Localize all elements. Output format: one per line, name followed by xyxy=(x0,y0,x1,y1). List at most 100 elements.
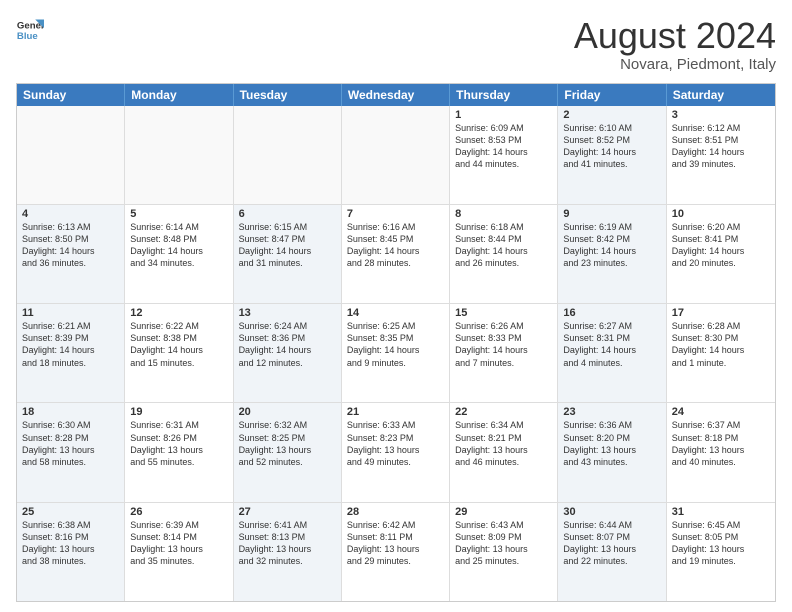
cell-info: Sunrise: 6:09 AM Sunset: 8:53 PM Dayligh… xyxy=(455,122,552,171)
cell-info: Sunrise: 6:43 AM Sunset: 8:09 PM Dayligh… xyxy=(455,519,552,568)
calendar-cell: 9Sunrise: 6:19 AM Sunset: 8:42 PM Daylig… xyxy=(558,205,666,303)
calendar-cell: 7Sunrise: 6:16 AM Sunset: 8:45 PM Daylig… xyxy=(342,205,450,303)
header-day-sunday: Sunday xyxy=(17,84,125,106)
cell-info: Sunrise: 6:41 AM Sunset: 8:13 PM Dayligh… xyxy=(239,519,336,568)
calendar-cell: 17Sunrise: 6:28 AM Sunset: 8:30 PM Dayli… xyxy=(667,304,775,402)
title-block: August 2024 Novara, Piedmont, Italy xyxy=(574,16,776,73)
calendar-cell: 30Sunrise: 6:44 AM Sunset: 8:07 PM Dayli… xyxy=(558,503,666,601)
cell-info: Sunrise: 6:30 AM Sunset: 8:28 PM Dayligh… xyxy=(22,419,119,468)
day-number: 18 xyxy=(22,406,119,418)
day-number: 24 xyxy=(672,406,770,418)
day-number: 9 xyxy=(563,208,660,220)
day-number: 31 xyxy=(672,506,770,518)
cell-info: Sunrise: 6:20 AM Sunset: 8:41 PM Dayligh… xyxy=(672,221,770,270)
calendar-cell: 12Sunrise: 6:22 AM Sunset: 8:38 PM Dayli… xyxy=(125,304,233,402)
calendar-cell xyxy=(342,106,450,204)
cell-info: Sunrise: 6:10 AM Sunset: 8:52 PM Dayligh… xyxy=(563,122,660,171)
calendar-cell: 31Sunrise: 6:45 AM Sunset: 8:05 PM Dayli… xyxy=(667,503,775,601)
calendar-cell: 16Sunrise: 6:27 AM Sunset: 8:31 PM Dayli… xyxy=(558,304,666,402)
cell-info: Sunrise: 6:27 AM Sunset: 8:31 PM Dayligh… xyxy=(563,320,660,369)
logo: General Blue General Blue xyxy=(16,16,44,44)
calendar-row-2: 4Sunrise: 6:13 AM Sunset: 8:50 PM Daylig… xyxy=(17,205,775,304)
day-number: 22 xyxy=(455,406,552,418)
day-number: 27 xyxy=(239,506,336,518)
calendar-cell: 20Sunrise: 6:32 AM Sunset: 8:25 PM Dayli… xyxy=(234,403,342,501)
calendar-cell: 4Sunrise: 6:13 AM Sunset: 8:50 PM Daylig… xyxy=(17,205,125,303)
calendar-cell: 1Sunrise: 6:09 AM Sunset: 8:53 PM Daylig… xyxy=(450,106,558,204)
cell-info: Sunrise: 6:34 AM Sunset: 8:21 PM Dayligh… xyxy=(455,419,552,468)
calendar-cell: 28Sunrise: 6:42 AM Sunset: 8:11 PM Dayli… xyxy=(342,503,450,601)
day-number: 2 xyxy=(563,109,660,121)
calendar-cell: 21Sunrise: 6:33 AM Sunset: 8:23 PM Dayli… xyxy=(342,403,450,501)
calendar-row-1: 1Sunrise: 6:09 AM Sunset: 8:53 PM Daylig… xyxy=(17,106,775,205)
day-number: 12 xyxy=(130,307,227,319)
calendar-cell: 13Sunrise: 6:24 AM Sunset: 8:36 PM Dayli… xyxy=(234,304,342,402)
cell-info: Sunrise: 6:32 AM Sunset: 8:25 PM Dayligh… xyxy=(239,419,336,468)
header: General Blue General Blue August 2024 No… xyxy=(16,16,776,73)
cell-info: Sunrise: 6:14 AM Sunset: 8:48 PM Dayligh… xyxy=(130,221,227,270)
day-number: 29 xyxy=(455,506,552,518)
cell-info: Sunrise: 6:12 AM Sunset: 8:51 PM Dayligh… xyxy=(672,122,770,171)
calendar: SundayMondayTuesdayWednesdayThursdayFrid… xyxy=(16,83,776,602)
calendar-cell: 19Sunrise: 6:31 AM Sunset: 8:26 PM Dayli… xyxy=(125,403,233,501)
cell-info: Sunrise: 6:24 AM Sunset: 8:36 PM Dayligh… xyxy=(239,320,336,369)
header-day-saturday: Saturday xyxy=(667,84,775,106)
cell-info: Sunrise: 6:42 AM Sunset: 8:11 PM Dayligh… xyxy=(347,519,444,568)
calendar-cell: 5Sunrise: 6:14 AM Sunset: 8:48 PM Daylig… xyxy=(125,205,233,303)
main-title: August 2024 xyxy=(574,16,776,56)
cell-info: Sunrise: 6:33 AM Sunset: 8:23 PM Dayligh… xyxy=(347,419,444,468)
header-day-tuesday: Tuesday xyxy=(234,84,342,106)
calendar-row-5: 25Sunrise: 6:38 AM Sunset: 8:16 PM Dayli… xyxy=(17,503,775,601)
day-number: 4 xyxy=(22,208,119,220)
day-number: 3 xyxy=(672,109,770,121)
calendar-cell xyxy=(125,106,233,204)
cell-info: Sunrise: 6:45 AM Sunset: 8:05 PM Dayligh… xyxy=(672,519,770,568)
day-number: 15 xyxy=(455,307,552,319)
cell-info: Sunrise: 6:44 AM Sunset: 8:07 PM Dayligh… xyxy=(563,519,660,568)
day-number: 7 xyxy=(347,208,444,220)
calendar-cell: 24Sunrise: 6:37 AM Sunset: 8:18 PM Dayli… xyxy=(667,403,775,501)
header-day-thursday: Thursday xyxy=(450,84,558,106)
calendar-body: 1Sunrise: 6:09 AM Sunset: 8:53 PM Daylig… xyxy=(17,106,775,601)
day-number: 10 xyxy=(672,208,770,220)
calendar-cell: 3Sunrise: 6:12 AM Sunset: 8:51 PM Daylig… xyxy=(667,106,775,204)
subtitle: Novara, Piedmont, Italy xyxy=(574,56,776,73)
cell-info: Sunrise: 6:38 AM Sunset: 8:16 PM Dayligh… xyxy=(22,519,119,568)
cell-info: Sunrise: 6:19 AM Sunset: 8:42 PM Dayligh… xyxy=(563,221,660,270)
cell-info: Sunrise: 6:18 AM Sunset: 8:44 PM Dayligh… xyxy=(455,221,552,270)
day-number: 11 xyxy=(22,307,119,319)
cell-info: Sunrise: 6:21 AM Sunset: 8:39 PM Dayligh… xyxy=(22,320,119,369)
header-day-monday: Monday xyxy=(125,84,233,106)
svg-text:Blue: Blue xyxy=(17,31,38,42)
day-number: 19 xyxy=(130,406,227,418)
page: General Blue General Blue August 2024 No… xyxy=(0,0,792,612)
day-number: 23 xyxy=(563,406,660,418)
day-number: 6 xyxy=(239,208,336,220)
calendar-cell: 10Sunrise: 6:20 AM Sunset: 8:41 PM Dayli… xyxy=(667,205,775,303)
cell-info: Sunrise: 6:28 AM Sunset: 8:30 PM Dayligh… xyxy=(672,320,770,369)
header-day-wednesday: Wednesday xyxy=(342,84,450,106)
cell-info: Sunrise: 6:22 AM Sunset: 8:38 PM Dayligh… xyxy=(130,320,227,369)
day-number: 21 xyxy=(347,406,444,418)
calendar-cell: 8Sunrise: 6:18 AM Sunset: 8:44 PM Daylig… xyxy=(450,205,558,303)
header-day-friday: Friday xyxy=(558,84,666,106)
calendar-cell xyxy=(234,106,342,204)
cell-info: Sunrise: 6:13 AM Sunset: 8:50 PM Dayligh… xyxy=(22,221,119,270)
cell-info: Sunrise: 6:39 AM Sunset: 8:14 PM Dayligh… xyxy=(130,519,227,568)
calendar-row-4: 18Sunrise: 6:30 AM Sunset: 8:28 PM Dayli… xyxy=(17,403,775,502)
calendar-cell: 23Sunrise: 6:36 AM Sunset: 8:20 PM Dayli… xyxy=(558,403,666,501)
day-number: 1 xyxy=(455,109,552,121)
calendar-cell: 14Sunrise: 6:25 AM Sunset: 8:35 PM Dayli… xyxy=(342,304,450,402)
cell-info: Sunrise: 6:26 AM Sunset: 8:33 PM Dayligh… xyxy=(455,320,552,369)
cell-info: Sunrise: 6:37 AM Sunset: 8:18 PM Dayligh… xyxy=(672,419,770,468)
calendar-cell: 2Sunrise: 6:10 AM Sunset: 8:52 PM Daylig… xyxy=(558,106,666,204)
day-number: 28 xyxy=(347,506,444,518)
calendar-cell: 11Sunrise: 6:21 AM Sunset: 8:39 PM Dayli… xyxy=(17,304,125,402)
cell-info: Sunrise: 6:25 AM Sunset: 8:35 PM Dayligh… xyxy=(347,320,444,369)
day-number: 17 xyxy=(672,307,770,319)
calendar-cell: 25Sunrise: 6:38 AM Sunset: 8:16 PM Dayli… xyxy=(17,503,125,601)
logo-icon: General Blue xyxy=(16,16,44,44)
calendar-cell: 18Sunrise: 6:30 AM Sunset: 8:28 PM Dayli… xyxy=(17,403,125,501)
cell-info: Sunrise: 6:31 AM Sunset: 8:26 PM Dayligh… xyxy=(130,419,227,468)
day-number: 14 xyxy=(347,307,444,319)
